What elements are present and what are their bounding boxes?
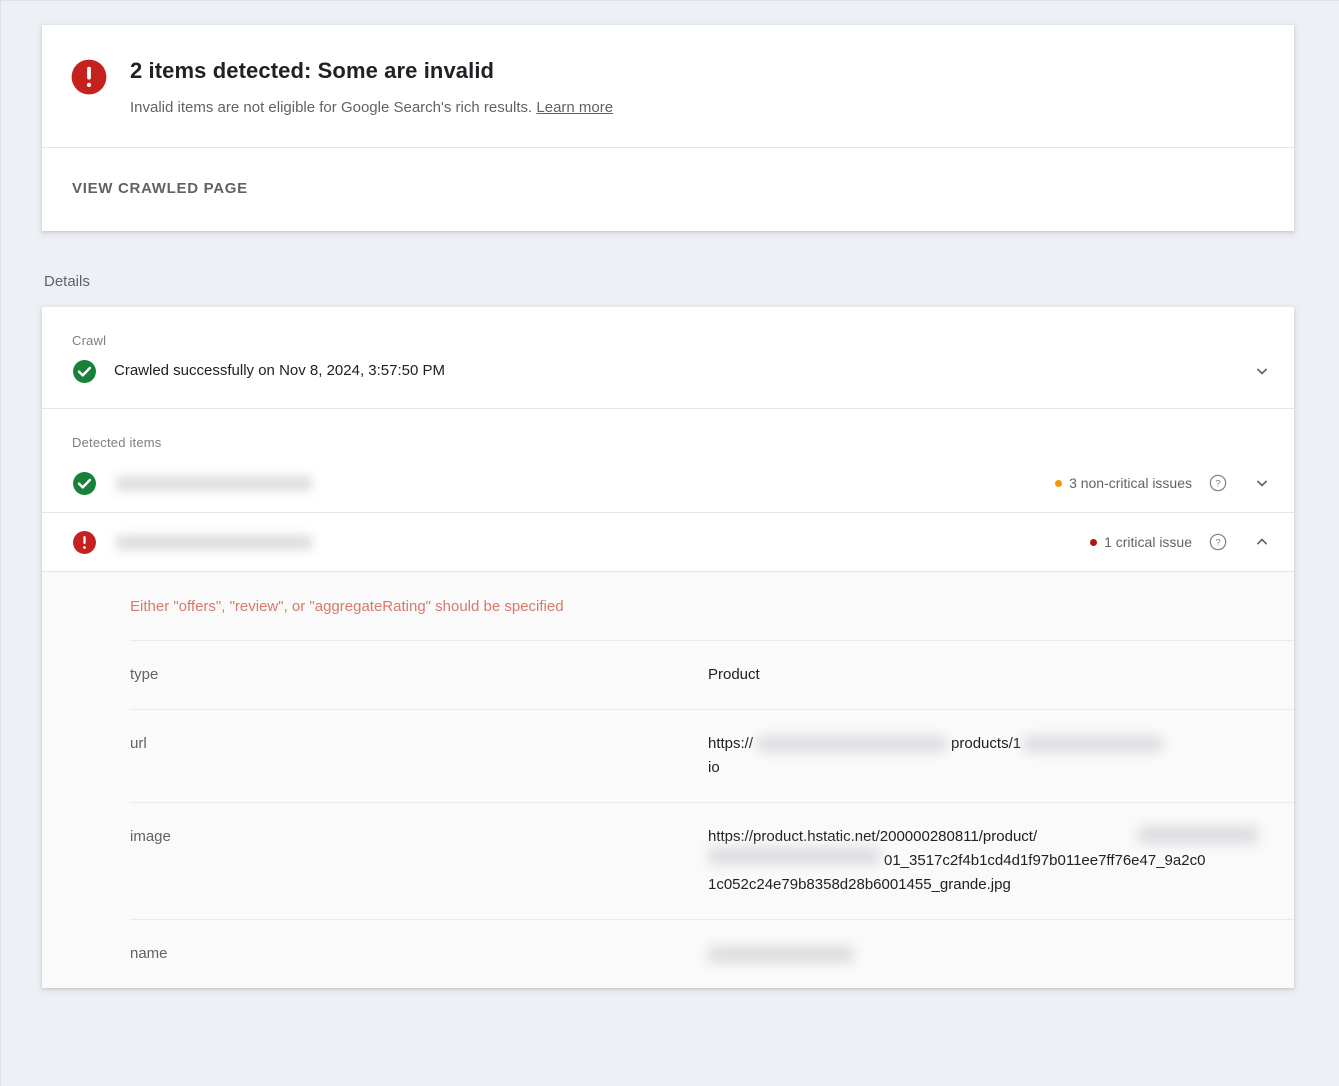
property-value: https:// products/1 io: [708, 732, 1264, 780]
redacted-item-name: [116, 475, 312, 491]
crawl-status-text: Crawled successfully on Nov 8, 2024, 3:5…: [114, 362, 446, 379]
detected-item-name: [98, 472, 1055, 494]
summary-subtitle: Invalid items are not eligible for Googl…: [130, 97, 1270, 119]
chevron-down-icon[interactable]: [1250, 359, 1274, 383]
view-crawled-page-button[interactable]: VIEW CRAWLED PAGE: [70, 176, 250, 201]
non-critical-issues-badge: 3 non-critical issues: [1055, 475, 1192, 491]
summary-main: 2 items detected: Some are invalid Inval…: [42, 25, 1294, 147]
image-url-line3: 1c052c24e79b8358d28b6001455_grande.jpg: [708, 876, 1011, 893]
property-value: [708, 942, 1264, 966]
content-column: 2 items detected: Some are invalid Inval…: [42, 25, 1294, 988]
property-key: name: [130, 945, 168, 962]
chevron-up-icon[interactable]: [1250, 530, 1274, 554]
summary-subtitle-text: Invalid items are not eligible for Googl…: [130, 99, 533, 116]
crawl-group-label: Crawl: [72, 333, 107, 348]
redacted-product-name: [708, 945, 854, 963]
svg-text:?: ?: [1215, 538, 1220, 549]
item-error-message: Either "offers", "review", or "aggregate…: [130, 598, 564, 615]
warning-dot-icon: [1055, 479, 1063, 487]
redacted-url-slug: [1023, 736, 1164, 753]
summary-actions: VIEW CRAWLED PAGE: [42, 148, 1294, 231]
property-key: type: [130, 666, 159, 683]
help-circle-icon[interactable]: ?: [1208, 532, 1228, 552]
critical-dot-icon: [1090, 538, 1098, 546]
details-section-label: Details: [44, 273, 90, 290]
property-value: Product: [708, 666, 760, 683]
details-card: Crawl Crawled successfully on Nov 8, 202…: [42, 307, 1294, 988]
property-row-name: name: [42, 920, 1294, 988]
property-value: https://product.hstatic.net/200000280811…: [708, 825, 1264, 897]
critical-issue-label: 1 critical issue: [1104, 534, 1192, 550]
detected-item-row[interactable]: 1 critical issue ?: [42, 513, 1294, 571]
summary-title: 2 items detected: Some are invalid: [130, 58, 495, 83]
redacted-url-host: [757, 736, 948, 753]
error-circle-icon: [70, 58, 108, 101]
svg-text:?: ?: [1215, 479, 1220, 490]
redacted-item-name: [116, 534, 312, 550]
crawl-status-row[interactable]: Crawled successfully on Nov 8, 2024, 3:5…: [42, 352, 1294, 408]
property-row-image: image https://product.hstatic.net/200000…: [42, 803, 1294, 919]
non-critical-issues-label: 3 non-critical issues: [1069, 475, 1192, 491]
property-row-type: type Product: [42, 641, 1294, 709]
detected-item-name: [98, 531, 1090, 553]
page-frame: 2 items detected: Some are invalid Inval…: [0, 0, 1339, 1086]
property-key: image: [130, 828, 171, 845]
redacted-image-segment-left: [708, 847, 880, 865]
property-row-url: url https:// products/1 io: [42, 710, 1294, 802]
redacted-image-segment-right: [1138, 826, 1258, 844]
item-detail-panel: Either "offers", "review", or "aggregate…: [42, 572, 1294, 988]
summary-card: 2 items detected: Some are invalid Inval…: [42, 25, 1294, 231]
critical-issue-badge: 1 critical issue: [1090, 534, 1192, 550]
url-part-tail: io: [708, 759, 720, 776]
summary-text-block: 2 items detected: Some are invalid Inval…: [130, 55, 1270, 119]
image-url-line1: https://product.hstatic.net/200000280811…: [708, 828, 1038, 845]
url-part-path: products/1: [951, 735, 1022, 752]
learn-more-link[interactable]: Learn more: [536, 99, 613, 116]
detected-item-row[interactable]: 3 non-critical issues ?: [42, 454, 1294, 512]
property-key: url: [130, 735, 147, 752]
help-circle-icon[interactable]: ?: [1208, 473, 1228, 493]
url-part-scheme: https://: [708, 735, 754, 752]
success-check-icon: [70, 471, 98, 496]
chevron-down-icon[interactable]: [1250, 471, 1274, 495]
error-circle-icon: [70, 530, 98, 555]
detected-items-group-label: Detected items: [72, 435, 162, 450]
success-check-icon: [70, 359, 98, 384]
